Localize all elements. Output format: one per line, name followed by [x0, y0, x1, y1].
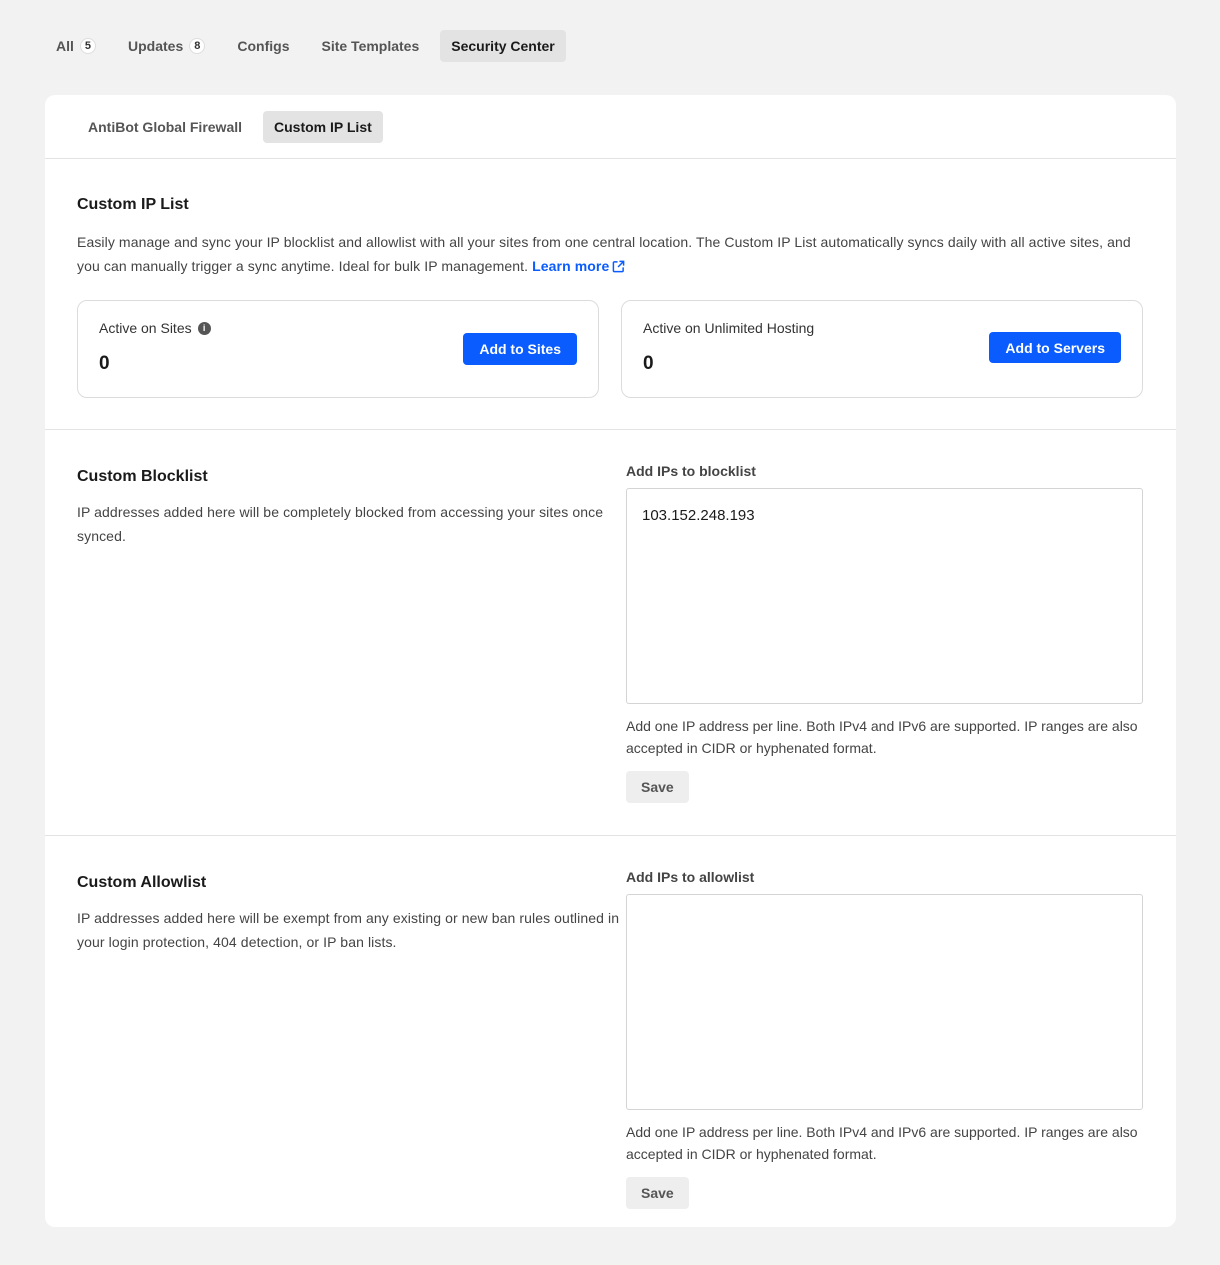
blocklist-description: IP addresses added here will be complete…: [77, 504, 604, 544]
custom-ip-list-section: Custom IP List Easily manage and sync yo…: [45, 159, 1176, 430]
learn-more-label: Learn more: [532, 258, 610, 274]
security-center-card: AntiBot Global Firewall Custom IP List C…: [45, 95, 1176, 1227]
tab-configs-label: Configs: [237, 38, 290, 54]
sub-tab-bar: AntiBot Global Firewall Custom IP List: [45, 95, 1176, 159]
blocklist-save-button[interactable]: Save: [626, 771, 689, 803]
subtab-antibot-global-firewall[interactable]: AntiBot Global Firewall: [77, 111, 253, 143]
allowlist-section: Custom Allowlist IP addresses added here…: [45, 836, 1176, 1241]
info-icon[interactable]: i: [197, 321, 211, 335]
tab-site-templates[interactable]: Site Templates: [310, 30, 430, 62]
active-on-sites-box: Active on Sites i 0 Add to Sites: [77, 300, 599, 398]
blocklist-info: Custom Blocklist IP addresses added here…: [77, 463, 626, 803]
section-description: Easily manage and sync your IP blocklist…: [77, 230, 1144, 278]
tab-security-center-label: Security Center: [451, 38, 555, 54]
stats-row: Active on Sites i 0 Add to Sites Active …: [77, 300, 1144, 398]
top-tab-bar: All 5 Updates 8 Configs Site Templates S…: [45, 30, 566, 62]
allowlist-help-text: Add one IP address per line. Both IPv4 a…: [626, 1124, 1138, 1162]
allowlist-form: Add IPs to allowlist Add one IP address …: [626, 869, 1143, 1209]
allowlist-field-label: Add IPs to allowlist: [626, 869, 755, 885]
tab-all[interactable]: All 5: [45, 30, 107, 62]
add-to-sites-button[interactable]: Add to Sites: [463, 333, 577, 365]
subtab-custom-ip-list[interactable]: Custom IP List: [263, 110, 383, 143]
blocklist-title: Custom Blocklist: [77, 468, 208, 485]
blocklist-field-label: Add IPs to blocklist: [626, 463, 756, 479]
tab-site-templates-label: Site Templates: [321, 38, 420, 54]
tab-all-count-badge: 5: [79, 38, 97, 54]
allowlist-info: Custom Allowlist IP addresses added here…: [77, 869, 626, 1209]
allowlist-title: Custom Allowlist: [77, 874, 207, 891]
tab-updates-label: Updates: [128, 38, 184, 54]
tab-all-label: All: [56, 38, 74, 54]
active-on-sites-label: Active on Sites: [99, 320, 192, 336]
allowlist-textarea[interactable]: [626, 894, 1143, 1110]
allowlist-description: IP addresses added here will be exempt f…: [77, 910, 620, 950]
blocklist-textarea[interactable]: 103.152.248.193: [626, 488, 1143, 704]
blocklist-section: Custom Blocklist IP addresses added here…: [45, 430, 1176, 836]
active-on-hosting-box: Active on Unlimited Hosting 0 Add to Ser…: [621, 300, 1143, 398]
add-to-servers-button[interactable]: Add to Servers: [989, 332, 1121, 363]
allowlist-save-button[interactable]: Save: [626, 1177, 689, 1209]
tab-configs[interactable]: Configs: [226, 30, 300, 62]
tab-updates-count-badge: 8: [189, 38, 206, 54]
tab-security-center[interactable]: Security Center: [440, 30, 566, 62]
tab-updates[interactable]: Updates 8: [117, 30, 216, 62]
learn-more-link[interactable]: Learn more: [532, 254, 625, 278]
blocklist-form: Add IPs to blocklist 103.152.248.193 Add…: [626, 463, 1143, 803]
blocklist-help-text: Add one IP address per line. Both IPv4 a…: [626, 718, 1138, 756]
section-title: Custom IP List: [77, 196, 189, 213]
external-link-icon: [612, 260, 625, 272]
